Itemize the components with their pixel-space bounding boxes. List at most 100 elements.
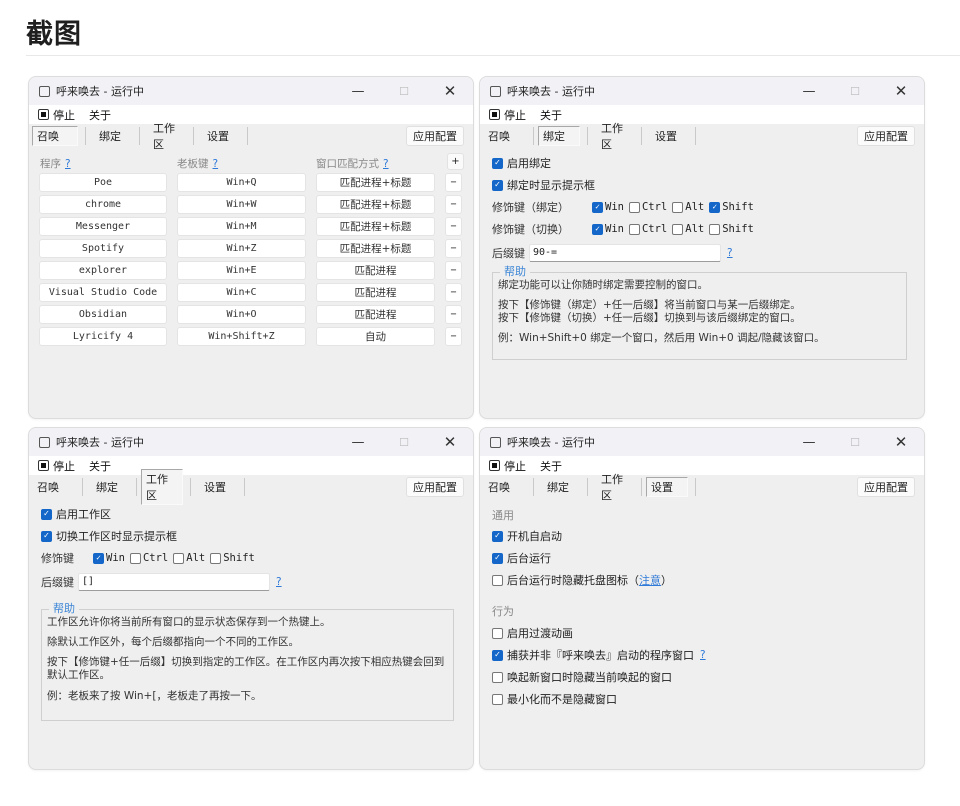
help-link[interactable]: ? xyxy=(213,158,219,170)
capture-external-checkbox[interactable] xyxy=(492,649,503,661)
remove-row-button[interactable]: − xyxy=(445,283,462,302)
transition-animation-row[interactable]: 启用过渡动画 xyxy=(492,625,573,641)
match-mode-select[interactable]: 匹配进程 xyxy=(316,305,435,324)
program-field[interactable]: Messenger xyxy=(39,217,167,236)
match-mode-select[interactable]: 匹配进程+标题 xyxy=(316,239,435,258)
maximize-button[interactable]: ☐ xyxy=(381,428,427,456)
mod-alt-checkbox[interactable]: Alt xyxy=(173,552,205,564)
add-row-button[interactable]: + xyxy=(447,153,464,170)
remove-row-button[interactable]: − xyxy=(445,239,462,258)
close-button[interactable]: ✕ xyxy=(427,428,473,456)
minimize-button[interactable]: — xyxy=(335,77,381,105)
maximize-button[interactable]: ☐ xyxy=(381,77,427,105)
program-field[interactable]: Spotify xyxy=(39,239,167,258)
workspace-tip-row[interactable]: 切换工作区时显示提示框 xyxy=(41,528,177,544)
mod-win-checkbox[interactable]: Win xyxy=(592,201,624,213)
autostart-checkbox[interactable] xyxy=(492,530,503,542)
tab-summon[interactable]: 召唤 xyxy=(480,126,534,146)
enable-workspace-checkbox[interactable] xyxy=(41,508,52,520)
minimize-button[interactable]: — xyxy=(335,428,381,456)
menu-stop[interactable]: 停止 xyxy=(504,458,526,474)
match-mode-select[interactable]: 匹配进程+标题 xyxy=(316,217,435,236)
menu-about[interactable]: 关于 xyxy=(540,458,562,474)
tab-workspace[interactable]: 工作区 xyxy=(137,469,191,505)
close-button[interactable]: ✕ xyxy=(427,77,473,105)
match-mode-select[interactable]: 自动 xyxy=(316,327,435,346)
mod-ctrl-checkbox[interactable]: Ctrl xyxy=(628,223,667,235)
title-bar[interactable]: 呼来唤去 - 运行中 — ☐ ✕ xyxy=(29,77,473,105)
minimize-button[interactable]: — xyxy=(786,77,832,105)
title-bar[interactable]: 呼来唤去 - 运行中 — ☐ ✕ xyxy=(29,428,473,456)
tab-workspace[interactable]: 工作区 xyxy=(140,122,194,151)
note-link[interactable]: 注意 xyxy=(639,572,661,588)
hotkey-field[interactable]: Win+Z xyxy=(177,239,306,258)
hide-tray-icon-row[interactable]: 后台运行时隐藏托盘图标 （ 注意 ） xyxy=(492,572,672,588)
hide-tray-icon-checkbox[interactable] xyxy=(492,574,503,586)
remove-row-button[interactable]: − xyxy=(445,195,462,214)
enable-workspace-row[interactable]: 启用工作区 xyxy=(41,506,111,522)
tab-workspace[interactable]: 工作区 xyxy=(588,473,642,502)
tab-summon[interactable]: 召唤 xyxy=(29,477,83,497)
help-link[interactable]: ? xyxy=(65,158,71,170)
apply-config-button[interactable]: 应用配置 xyxy=(406,126,464,146)
mod-shift-checkbox[interactable]: Shift xyxy=(709,223,754,235)
close-button[interactable]: ✕ xyxy=(878,428,924,456)
match-mode-select[interactable]: 匹配进程 xyxy=(316,283,435,302)
menu-about[interactable]: 关于 xyxy=(89,107,111,123)
menu-stop[interactable]: 停止 xyxy=(504,107,526,123)
remove-row-button[interactable]: − xyxy=(445,305,462,324)
tab-bind[interactable]: 绑定 xyxy=(534,126,588,146)
mod-shift-checkbox[interactable]: Shift xyxy=(210,552,255,564)
transition-animation-checkbox[interactable] xyxy=(492,627,503,639)
menu-stop[interactable]: 停止 xyxy=(53,458,75,474)
tab-bind[interactable]: 绑定 xyxy=(534,477,588,497)
enable-bind-checkbox[interactable] xyxy=(492,157,503,169)
remove-row-button[interactable]: − xyxy=(445,261,462,280)
maximize-button[interactable]: ☐ xyxy=(832,428,878,456)
menu-about[interactable]: 关于 xyxy=(540,107,562,123)
mod-ctrl-checkbox[interactable]: Ctrl xyxy=(628,201,667,213)
help-link[interactable]: ? xyxy=(383,158,389,170)
minimize-instead-row[interactable]: 最小化而不是隐藏窗口 xyxy=(492,691,617,707)
apply-config-button[interactable]: 应用配置 xyxy=(857,126,915,146)
remove-row-button[interactable]: − xyxy=(445,327,462,346)
title-bar[interactable]: 呼来唤去 - 运行中 — ☐ ✕ xyxy=(480,428,924,456)
mod-alt-checkbox[interactable]: Alt xyxy=(672,201,704,213)
program-field[interactable]: Visual Studio Code xyxy=(39,283,167,302)
bind-tip-row[interactable]: 绑定时显示提示框 xyxy=(492,177,595,193)
hotkey-field[interactable]: Win+M xyxy=(177,217,306,236)
help-link[interactable]: ? xyxy=(276,576,282,588)
tab-settings[interactable]: 设置 xyxy=(194,126,248,146)
title-bar[interactable]: 呼来唤去 - 运行中 — ☐ ✕ xyxy=(480,77,924,105)
bind-tip-checkbox[interactable] xyxy=(492,179,503,191)
mod-alt-checkbox[interactable]: Alt xyxy=(672,223,704,235)
minimize-button[interactable]: — xyxy=(786,428,832,456)
background-run-checkbox[interactable] xyxy=(492,552,503,564)
remove-row-button[interactable]: − xyxy=(445,173,462,192)
close-button[interactable]: ✕ xyxy=(878,77,924,105)
hotkey-field[interactable]: Win+C xyxy=(177,283,306,302)
match-mode-select[interactable]: 匹配进程+标题 xyxy=(316,173,435,192)
hotkey-field[interactable]: Win+E xyxy=(177,261,306,280)
tab-settings[interactable]: 设置 xyxy=(642,477,696,497)
mod-shift-checkbox[interactable]: Shift xyxy=(709,201,754,213)
capture-external-row[interactable]: 捕获并非『呼来唤去』启动的程序窗口 ? xyxy=(492,647,706,663)
hide-current-row[interactable]: 唤起新窗口时隐藏当前唤起的窗口 xyxy=(492,669,672,685)
program-field[interactable]: Obsidian xyxy=(39,305,167,324)
mod-ctrl-checkbox[interactable]: Ctrl xyxy=(129,552,168,564)
program-field[interactable]: chrome xyxy=(39,195,167,214)
tab-summon[interactable]: 召唤 xyxy=(480,477,534,497)
autostart-row[interactable]: 开机自启动 xyxy=(492,528,562,544)
hotkey-field[interactable]: Win+O xyxy=(177,305,306,324)
tab-summon[interactable]: 召唤 xyxy=(29,126,86,146)
enable-bind-row[interactable]: 启用绑定 xyxy=(492,155,551,171)
match-mode-select[interactable]: 匹配进程 xyxy=(316,261,435,280)
workspace-tip-checkbox[interactable] xyxy=(41,530,52,542)
tab-bind[interactable]: 绑定 xyxy=(86,126,140,146)
match-mode-select[interactable]: 匹配进程+标题 xyxy=(316,195,435,214)
program-field[interactable]: Poe xyxy=(39,173,167,192)
mod-win-checkbox[interactable]: Win xyxy=(592,223,624,235)
hide-current-checkbox[interactable] xyxy=(492,671,503,683)
program-field[interactable]: Lyricify 4 xyxy=(39,327,167,346)
menu-about[interactable]: 关于 xyxy=(89,458,111,474)
